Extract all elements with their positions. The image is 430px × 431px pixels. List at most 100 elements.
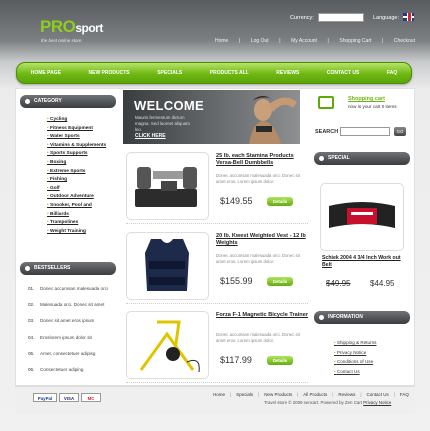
cart-text: now in your cart 0 items [348,104,397,109]
special-new-price: $44.95 [370,279,395,288]
bestsellers-header: BESTSELLERS [20,262,116,275]
footer-link-specials[interactable]: Specials [236,392,253,397]
cart-title[interactable]: Shopping cart [348,96,385,102]
category-list: Cycling Fitness Equipment Water Sports V… [47,116,106,236]
bestseller-item[interactable]: 02. Malesuada orci. Donec sit amet [28,297,108,313]
search-label: SEARCH [315,129,339,135]
click-here-link[interactable]: CLICK HERE [135,133,166,139]
product-desc: Donec accumsan malesuada orci. Donec sit… [216,332,300,343]
footer-link-contact[interactable]: Contact Us [366,392,388,397]
logo-sport: sport [75,21,103,35]
nav-home[interactable]: HOME PAGE [31,70,61,76]
divider: | [327,38,329,44]
search-input[interactable] [340,127,390,136]
mastercard-logo: MC [81,393,101,402]
product-desc: Donec accumsan malesuada orci. Donec sit… [216,173,300,184]
athlete-image [249,96,297,144]
divider: | [381,38,384,44]
category-item[interactable]: Weight Training [47,228,106,237]
category-item[interactable]: Vitamins & Supplements [47,142,106,151]
bestseller-item[interactable]: 04. Eroslorem ipsum dolor sit [28,330,108,346]
footer-link-faq[interactable]: FAQ [400,392,409,397]
product-name[interactable]: 25 lb. each Stamina Products Versa-Bell … [216,153,311,167]
special-image[interactable] [320,183,404,251]
info-link-shipping[interactable]: Shipping & Returns [334,338,377,348]
payment-logos: PayPal VISA MC [33,393,101,402]
top-link-home[interactable]: Home [215,38,228,44]
welcome-banner: WELCOME Mauris fermentum dictum magna. S… [123,90,300,144]
category-item[interactable]: Cycling [47,116,106,125]
product-price: $149.55 [220,196,253,206]
info-link-conditions[interactable]: Conditions of Use [334,357,376,367]
details-button[interactable]: Details [267,197,293,206]
product-name[interactable]: 20 lb. Kwest Weighted Vest - 12 lb Weigh… [216,233,311,247]
category-item[interactable]: Sports Supports [47,150,106,159]
product-image[interactable] [126,232,209,300]
bestsellers-list: 01. Donec accumsan malesuada orci 02. Male… [28,281,108,378]
nav-products-all[interactable]: PRODUCTS ALL [210,70,249,76]
special-name[interactable]: Schiek 2004 4 3/4 Inch Work out Belt [322,255,408,269]
product-card: Forza F-1 Magnetic Bicycle Trainer Donec… [126,309,308,383]
welcome-title: WELCOME [134,98,204,113]
copyright: Travel store © 2009 sencart. Powered by … [264,400,392,405]
product-name[interactable]: Forza F-1 Magnetic Bicycle Trainer [216,312,311,319]
paypal-logo: PayPal [33,393,57,402]
information-list: Shipping & Returns Privacy Notice Condit… [334,338,377,377]
details-button[interactable]: Details [267,356,293,365]
category-item[interactable]: Fishing [47,176,106,185]
footer-link-all[interactable]: All Products [303,392,327,397]
uk-flag-icon[interactable] [403,13,414,21]
footer-links: Home | Specials | New Products | All Produc… [213,392,409,397]
bestseller-item[interactable]: 03. Donec sit amet eros ipsum [28,313,108,329]
category-item[interactable]: Boxing [47,159,106,168]
info-link-privacy[interactable]: Privacy Notice [334,348,376,358]
special-header: SPECIAL [314,152,410,165]
category-item[interactable]: Water Sports [47,133,106,142]
category-item[interactable]: Billiards [47,211,106,220]
footer-link-home[interactable]: Home [213,392,225,397]
language-label: Language: [373,15,399,21]
cart-icon[interactable] [318,96,334,109]
details-button[interactable]: Details [267,277,293,286]
main-nav: HOME PAGE NEW PRODUCTS SPECIALS PRODUCTS… [16,62,412,84]
footer-link-reviews[interactable]: Reviews [338,392,355,397]
top-link-account[interactable]: My Account [291,38,317,44]
top-link-checkout[interactable]: Checkout [394,38,415,44]
category-item[interactable]: Fitness Equipment [47,125,106,134]
top-links: Home | Log Out | My Account | Shopping C… [215,38,415,44]
nav-specials[interactable]: SPECIALS [157,70,182,76]
divider: | [238,38,241,44]
category-item[interactable]: Snooker, Pool and [47,202,106,211]
top-link-cart[interactable]: Shopping Cart [339,38,371,44]
footer-privacy-link[interactable]: Privacy Notice [363,400,391,405]
info-link-contact[interactable]: Contact Us [334,367,376,377]
category-item[interactable]: Trampolines [47,219,106,228]
product-image[interactable] [126,311,209,379]
nav-faq[interactable]: FAQ [387,70,397,76]
category-item[interactable]: Golf [47,185,106,194]
product-desc: Donec accumsan malesuada orci. Donec sit… [216,253,300,264]
product-card: 25 lb. each Stamina Products Versa-Bell … [126,150,308,224]
bestseller-item[interactable]: 05. Amet, consectetuer adipisg [28,346,108,362]
product-card: 20 lb. Kwest Weighted Vest - 12 lb Weigh… [126,230,308,304]
footer-link-new[interactable]: New Products [264,392,292,397]
top-link-logout[interactable]: Log Out [251,38,269,44]
divider: | [279,38,281,44]
nav-reviews[interactable]: REVIEWS [276,70,299,76]
search-go-button[interactable]: GO [394,127,406,136]
product-image[interactable] [126,152,209,220]
category-item[interactable]: Extreme Sports [47,168,106,177]
logo[interactable]: PROsport [40,17,103,37]
category-header: CATEGORY [20,95,116,108]
nav-contact[interactable]: CONTACT US [327,70,359,76]
bestseller-item[interactable]: 01. Donec accumsan malesuada orci [28,281,108,297]
special-old-price: $49.95 [326,279,351,288]
page: PROsport the best online store Currency:… [0,0,430,431]
category-item[interactable]: Outdoor Adventure [47,193,106,202]
product-price: $155.99 [220,276,253,286]
currency-select[interactable] [318,13,364,22]
shopping-cart-box: Shopping cart now in your cart 0 items [315,92,411,116]
nav-new-products[interactable]: NEW PRODUCTS [89,70,130,76]
bestseller-item[interactable]: 06. Consectetuer adiping [28,362,108,378]
information-header: INFORMATION [314,311,410,324]
